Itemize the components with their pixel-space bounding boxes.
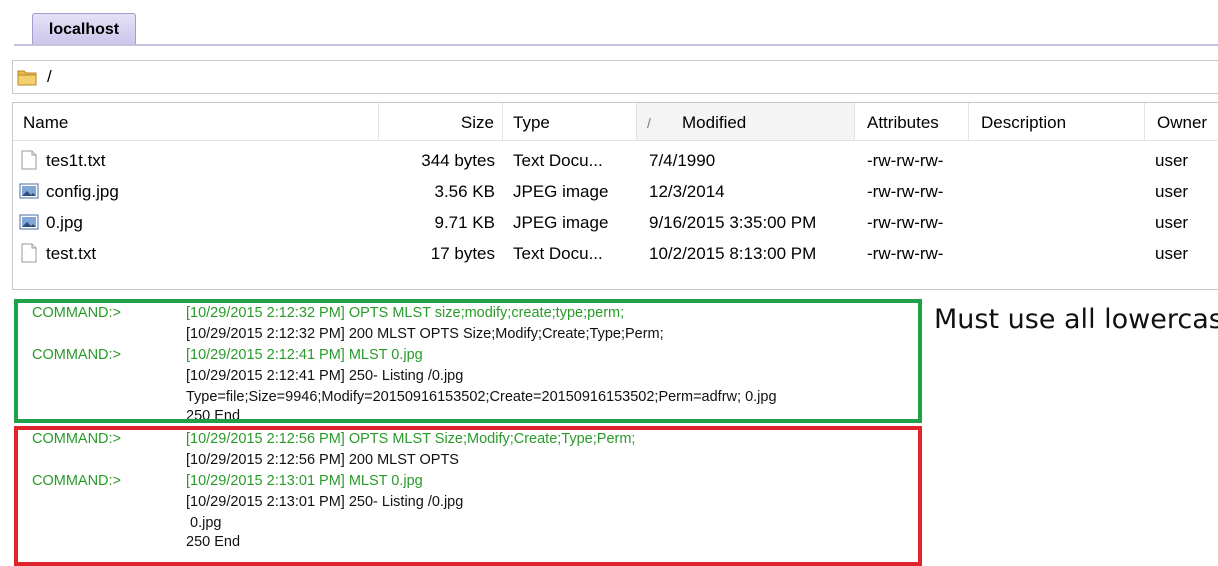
- log-line: Type=file;Size=9946;Modify=2015091615350…: [186, 389, 777, 405]
- tab-strip: localhost: [0, 0, 1218, 46]
- log-line: [10/29/2015 2:12:32 PM] OPTS MLST size;m…: [186, 305, 625, 321]
- file-owner: user: [1155, 151, 1189, 170]
- log-line: [10/29/2015 2:13:01 PM] 250- Listing /0.…: [186, 494, 464, 510]
- file-size: 9.71 KB: [434, 213, 496, 232]
- log-line: [10/29/2015 2:12:56 PM] OPTS MLST Size;M…: [186, 431, 636, 447]
- image-file-icon: [19, 183, 39, 199]
- log-line: [10/29/2015 2:12:32 PM] 200 MLST OPTS Si…: [186, 326, 664, 342]
- file-row[interactable]: 0.jpg 9.71 KB JPEG image 9/16/2015 3:35:…: [13, 207, 1218, 238]
- log-prefix: COMMAND:>: [32, 347, 122, 363]
- column-header-description[interactable]: Description: [969, 103, 1145, 140]
- column-header-owner[interactable]: Owner: [1145, 103, 1218, 140]
- log-line: 250 End: [186, 408, 241, 424]
- column-header-modified-label: Modified: [682, 113, 747, 132]
- file-row[interactable]: tes1t.txt 344 bytes Text Docu... 7/4/199…: [13, 145, 1218, 176]
- file-attributes: -rw-rw-rw-: [867, 244, 944, 263]
- log-prefix: COMMAND:>: [32, 473, 122, 489]
- sort-indicator-icon: /: [647, 115, 651, 131]
- file-type: JPEG image: [513, 213, 609, 232]
- folder-icon: [17, 70, 37, 86]
- file-modified: 12/3/2014: [649, 182, 725, 201]
- log-prefix: COMMAND:>: [32, 431, 122, 447]
- log-line: [10/29/2015 2:12:56 PM] 200 MLST OPTS: [186, 452, 459, 468]
- text-file-icon: [21, 150, 37, 170]
- path-bar[interactable]: /: [12, 60, 1218, 94]
- current-path: /: [47, 67, 52, 86]
- file-row[interactable]: config.jpg 3.56 KB JPEG image 12/3/2014 …: [13, 176, 1218, 207]
- message-log[interactable]: COMMAND:> [10/29/2015 2:12:32 PM] OPTS M…: [0, 296, 930, 552]
- file-owner: user: [1155, 244, 1189, 263]
- file-attributes: -rw-rw-rw-: [867, 213, 944, 232]
- file-modified: 10/2/2015 8:13:00 PM: [649, 244, 817, 263]
- file-name: config.jpg: [46, 182, 119, 201]
- column-header-name[interactable]: Name: [13, 103, 379, 140]
- file-type: Text Docu...: [513, 151, 603, 170]
- column-header-type[interactable]: Type: [503, 103, 637, 140]
- file-attributes: -rw-rw-rw-: [867, 151, 944, 170]
- file-owner: user: [1155, 213, 1189, 232]
- file-name: tes1t.txt: [46, 151, 106, 170]
- file-attributes: -rw-rw-rw-: [867, 182, 944, 201]
- log-line: [10/29/2015 2:12:41 PM] MLST 0.jpg: [186, 347, 423, 363]
- annotation-note: Must use all lowercas: [934, 304, 1218, 335]
- tab-strip-divider: [14, 44, 1218, 46]
- log-line: 250 End: [186, 534, 241, 550]
- file-modified: 7/4/1990: [649, 151, 716, 170]
- column-header-modified[interactable]: / Modified: [637, 103, 855, 140]
- file-size: 3.56 KB: [434, 182, 496, 201]
- text-file-icon: [21, 243, 37, 263]
- file-owner: user: [1155, 182, 1189, 201]
- file-list[interactable]: Name Size Type / Modified Attributes Des…: [12, 102, 1218, 290]
- file-name: test.txt: [46, 244, 97, 263]
- log-prefix: COMMAND:>: [32, 305, 122, 321]
- column-header-size[interactable]: Size: [379, 103, 503, 140]
- file-name: 0.jpg: [46, 213, 83, 232]
- file-type: JPEG image: [513, 182, 609, 201]
- file-row[interactable]: test.txt 17 bytes Text Docu... 10/2/2015…: [13, 238, 1218, 269]
- tab-localhost[interactable]: localhost: [32, 13, 136, 44]
- image-file-icon: [19, 214, 39, 230]
- log-line: [10/29/2015 2:13:01 PM] MLST 0.jpg: [186, 473, 423, 489]
- column-header-attributes[interactable]: Attributes: [855, 103, 969, 140]
- column-header-row: Name Size Type / Modified Attributes Des…: [13, 103, 1218, 141]
- log-line: 0.jpg: [186, 515, 222, 531]
- file-type: Text Docu...: [513, 244, 603, 263]
- log-line: [10/29/2015 2:12:41 PM] 250- Listing /0.…: [186, 368, 464, 384]
- file-size: 17 bytes: [430, 244, 495, 263]
- file-modified: 9/16/2015 3:35:00 PM: [649, 213, 817, 232]
- file-size: 344 bytes: [421, 151, 495, 170]
